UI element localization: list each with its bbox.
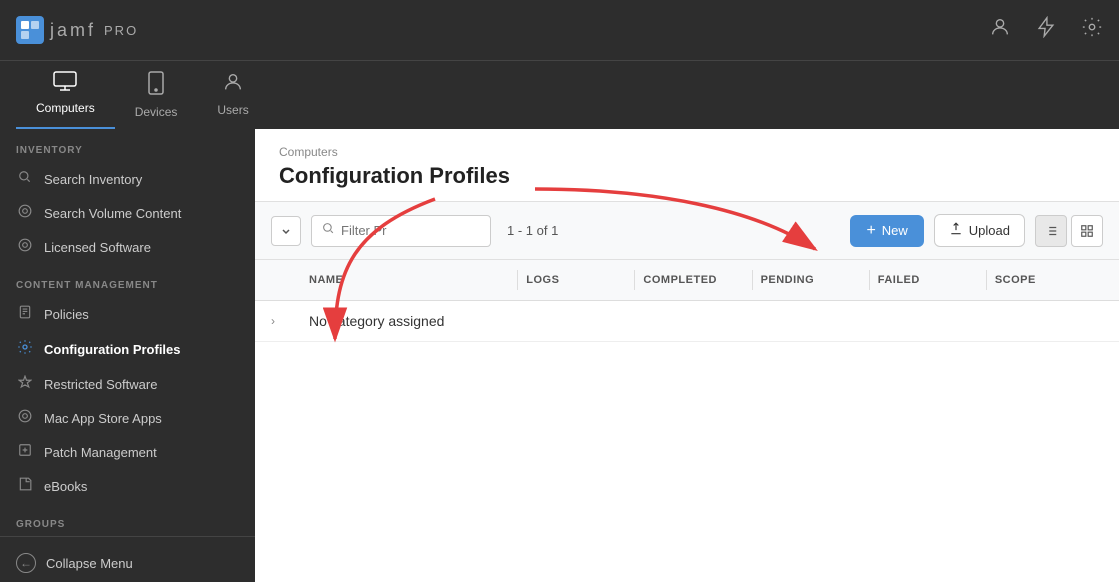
sidebar-item-config-label: Configuration Profiles bbox=[44, 342, 181, 357]
filter-search-icon bbox=[322, 222, 335, 240]
plus-icon: + bbox=[866, 222, 875, 240]
restricted-icon bbox=[16, 375, 34, 393]
groups-label: GROUPS bbox=[0, 503, 255, 536]
th-logs: LOGS bbox=[518, 274, 634, 286]
content-mgmt-label: CONTENT MANAGEMENT bbox=[0, 264, 255, 297]
patch-icon bbox=[16, 443, 34, 461]
sidebar-item-policies[interactable]: Policies bbox=[0, 297, 255, 331]
gear-icon[interactable] bbox=[1081, 16, 1103, 44]
th-completed: COMPLETED bbox=[635, 274, 751, 286]
sidebar-item-mac-app-label: Mac App Store Apps bbox=[44, 411, 162, 426]
main-layout: INVENTORY Search Inventory Search Volume… bbox=[0, 129, 1119, 582]
sidebar-item-licensed-label: Licensed Software bbox=[44, 240, 151, 255]
inventory-section-label: INVENTORY bbox=[0, 129, 255, 162]
brand-sub: PRO bbox=[104, 23, 138, 38]
collapse-icon: ← bbox=[16, 553, 36, 573]
topbar: jamf PRO bbox=[0, 0, 1119, 60]
sidebar-item-restricted-software[interactable]: Restricted Software bbox=[0, 367, 255, 401]
tab-users[interactable]: Users bbox=[197, 61, 268, 129]
list-view-btn[interactable] bbox=[1035, 215, 1067, 247]
breadcrumb: Computers bbox=[279, 145, 1095, 159]
sidebar-item-config-profiles[interactable]: Configuration Profiles bbox=[0, 331, 255, 367]
config-profiles-icon bbox=[16, 339, 34, 359]
view-toggle bbox=[1035, 215, 1103, 247]
content-header: Computers Configuration Profiles bbox=[255, 129, 1119, 202]
sidebar-item-ebooks-label: eBooks bbox=[44, 479, 87, 494]
sidebar-item-restricted-label: Restricted Software bbox=[44, 377, 157, 392]
policies-icon bbox=[16, 305, 34, 323]
collapse-label: Collapse Menu bbox=[46, 556, 133, 571]
sidebar-item-ebooks[interactable]: eBooks bbox=[0, 469, 255, 503]
filter-input-container bbox=[311, 215, 491, 247]
filter-input[interactable] bbox=[341, 223, 441, 238]
users-icon bbox=[222, 71, 244, 99]
sidebar-item-policies-label: Policies bbox=[44, 307, 89, 322]
tab-computers[interactable]: Computers bbox=[16, 61, 115, 129]
collapse-menu[interactable]: ← Collapse Menu bbox=[0, 545, 255, 581]
tab-users-label: Users bbox=[217, 103, 248, 117]
logo-icon bbox=[16, 16, 44, 44]
devices-icon bbox=[147, 71, 165, 101]
licensed-icon bbox=[16, 238, 34, 256]
sidebar-item-patch-label: Patch Management bbox=[44, 445, 157, 460]
sidebar-item-search-volume-label: Search Volume Content bbox=[44, 206, 181, 221]
upload-button[interactable]: Upload bbox=[934, 214, 1025, 247]
ebooks-icon bbox=[16, 477, 34, 495]
sidebar-bottom: ← Collapse Menu bbox=[0, 536, 255, 581]
sidebar-item-search-inventory[interactable]: Search Inventory bbox=[0, 162, 255, 196]
sidebar-item-search-volume[interactable]: Search Volume Content bbox=[0, 196, 255, 230]
content-area: Computers Configuration Profiles 1 - 1 o… bbox=[255, 129, 1119, 582]
tab-devices[interactable]: Devices bbox=[115, 61, 198, 129]
search-icon bbox=[16, 170, 34, 188]
row-expand[interactable]: › bbox=[271, 314, 301, 328]
record-count: 1 - 1 of 1 bbox=[507, 223, 558, 238]
person-icon[interactable] bbox=[989, 16, 1011, 44]
lightning-icon[interactable] bbox=[1035, 16, 1057, 44]
table-body: › No category assigned bbox=[255, 301, 1119, 582]
content-toolbar: 1 - 1 of 1 + New Upload bbox=[255, 202, 1119, 260]
filter-chevron[interactable] bbox=[271, 216, 301, 246]
sidebar-item-patch-management[interactable]: Patch Management bbox=[0, 435, 255, 469]
computers-icon bbox=[53, 71, 77, 97]
table-header: NAME LOGS COMPLETED PENDING FAILED SCOPE bbox=[255, 260, 1119, 301]
volume-icon bbox=[16, 204, 34, 222]
row-cell-name: No category assigned bbox=[301, 313, 519, 329]
app-store-icon bbox=[16, 409, 34, 427]
grid-view-btn[interactable] bbox=[1071, 215, 1103, 247]
brand-name: jamf bbox=[50, 20, 96, 41]
logo: jamf PRO bbox=[16, 16, 138, 44]
th-failed: FAILED bbox=[870, 274, 986, 286]
th-pending: PENDING bbox=[753, 274, 869, 286]
th-scope: SCOPE bbox=[987, 274, 1103, 286]
sidebar-item-licensed-software[interactable]: Licensed Software bbox=[0, 230, 255, 264]
new-button-label: New bbox=[882, 223, 908, 238]
page-title: Configuration Profiles bbox=[279, 163, 1095, 189]
expand-icon: › bbox=[271, 314, 275, 328]
topbar-icons bbox=[989, 16, 1103, 44]
sidebar-item-mac-app-store[interactable]: Mac App Store Apps bbox=[0, 401, 255, 435]
upload-button-label: Upload bbox=[969, 223, 1010, 238]
tab-computers-label: Computers bbox=[36, 101, 95, 115]
sidebar: INVENTORY Search Inventory Search Volume… bbox=[0, 129, 255, 582]
upload-icon bbox=[949, 222, 963, 239]
table-row[interactable]: › No category assigned bbox=[255, 301, 1119, 342]
nav-tabs: Computers Devices Users bbox=[0, 60, 1119, 129]
sidebar-item-search-inventory-label: Search Inventory bbox=[44, 172, 142, 187]
tab-devices-label: Devices bbox=[135, 105, 178, 119]
th-name: NAME bbox=[301, 274, 517, 286]
new-button[interactable]: + New bbox=[850, 215, 923, 247]
